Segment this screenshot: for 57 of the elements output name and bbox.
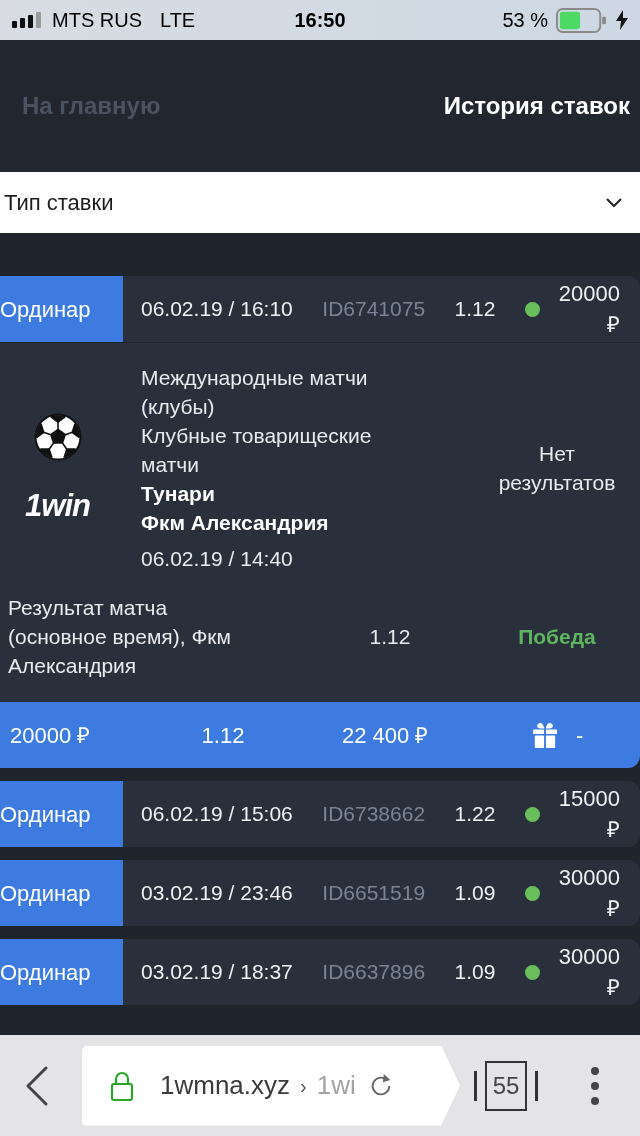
bet-odds: 1.09 [454, 880, 496, 907]
bet-amount: 20000 ₽ [557, 280, 620, 339]
battery-percent: 53 % [502, 8, 548, 33]
team-name: Тунари [141, 481, 216, 507]
match-score: Нет результатов [497, 441, 617, 496]
bet-odds: 1.09 [454, 959, 496, 986]
brand-logo: 1win [25, 489, 90, 523]
bet-odds: 1.22 [454, 801, 496, 828]
bonus-value: - [576, 721, 584, 750]
bet-datetime: 06.02.19 / 16:10 [141, 296, 293, 323]
team-name: Фкм Александрия [141, 510, 330, 536]
carrier-name: MTS RUS [52, 8, 142, 33]
bet-id: ID6637896 [322, 959, 426, 986]
bet-amount: 15000 ₽ [557, 785, 620, 844]
url-path: 1wi [316, 1069, 356, 1102]
soccer-ball-icon [33, 413, 82, 461]
bet-odds: 1.12 [454, 296, 496, 323]
chevron-down-icon [606, 197, 622, 208]
clock-time: 16:50 [294, 8, 346, 33]
selection-odds: 1.12 [369, 624, 411, 650]
bet-datetime: 06.02.19 / 15:06 [141, 801, 293, 828]
stake-amount: 20000 ₽ [10, 722, 91, 748]
bet-datetime: 03.02.19 / 23:46 [141, 880, 293, 907]
bet-card[interactable]: Ординар 03.02.19 / 18:37 ID6637896 1.09 30000 ₽ [0, 939, 640, 1005]
bet-type-badge: Ординар [0, 276, 123, 342]
lock-icon [110, 1070, 134, 1101]
match-datetime: 06.02.19 / 14:40 [141, 546, 294, 572]
more-icon[interactable] [590, 1065, 600, 1106]
bet-amount: 30000 ₽ [557, 943, 620, 1002]
bet-type-badge: Ординар [0, 860, 123, 926]
bet-card[interactable] [0, 276, 640, 768]
bet-type-badge: Ординар [0, 781, 123, 847]
bet-card[interactable]: Ординар 06.02.19 / 15:06 ID6738662 1.22 15000 ₽ [0, 781, 640, 847]
bet-amount: 30000 ₽ [557, 864, 620, 923]
gift-icon [532, 722, 558, 748]
url-domain: 1wmna.xyz [160, 1069, 291, 1102]
bet-id: ID6651519 [322, 880, 426, 907]
total-odds: 1.12 [201, 721, 245, 750]
tournament-name: Международные матчи (клубы) [141, 365, 369, 420]
league-name: Клубные товарищеские матчи [141, 423, 373, 478]
outcome-label: Победа [518, 624, 596, 650]
bet-type-select[interactable]: Тип ставки [0, 172, 640, 233]
bet-id: ID6741075 [322, 296, 426, 323]
bet-card[interactable]: Ординар 03.02.19 / 23:46 ID6651519 1.09 30000 ₽ [0, 860, 640, 926]
bet-type-badge: Ординар [0, 939, 123, 1005]
battery-icon [556, 7, 606, 33]
bet-id: ID6738662 [322, 801, 426, 828]
url-separator: › [300, 1073, 307, 1099]
network-type: LTE [160, 8, 196, 33]
back-icon[interactable] [25, 1065, 49, 1106]
address-bar[interactable]: 1wmna.xyz › 1wi [82, 1045, 460, 1126]
bet-datetime: 03.02.19 / 18:37 [141, 959, 293, 986]
charging-icon [616, 10, 628, 30]
signal-icon [12, 12, 42, 28]
selection-text: Результат матча (основное время), Фкм Александрия [8, 596, 231, 677]
payout-amount: 22 400 ₽ [342, 722, 429, 748]
nav-tab[interactable]: История ставок [443, 88, 630, 124]
